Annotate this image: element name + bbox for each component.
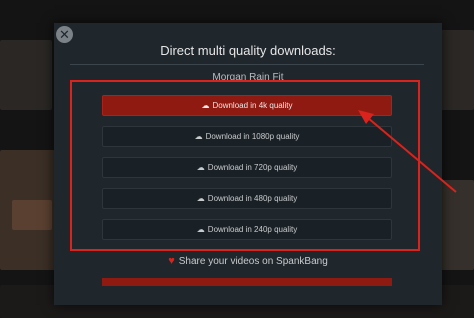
share-label: Share your videos on SpankBang [178, 255, 328, 267]
bottom-red-bar[interactable] [102, 278, 392, 286]
annotation-arrow [358, 110, 457, 193]
heart-icon: ♥ [168, 255, 175, 267]
share-link[interactable]: ♥ Share your videos on SpankBang [54, 255, 442, 267]
